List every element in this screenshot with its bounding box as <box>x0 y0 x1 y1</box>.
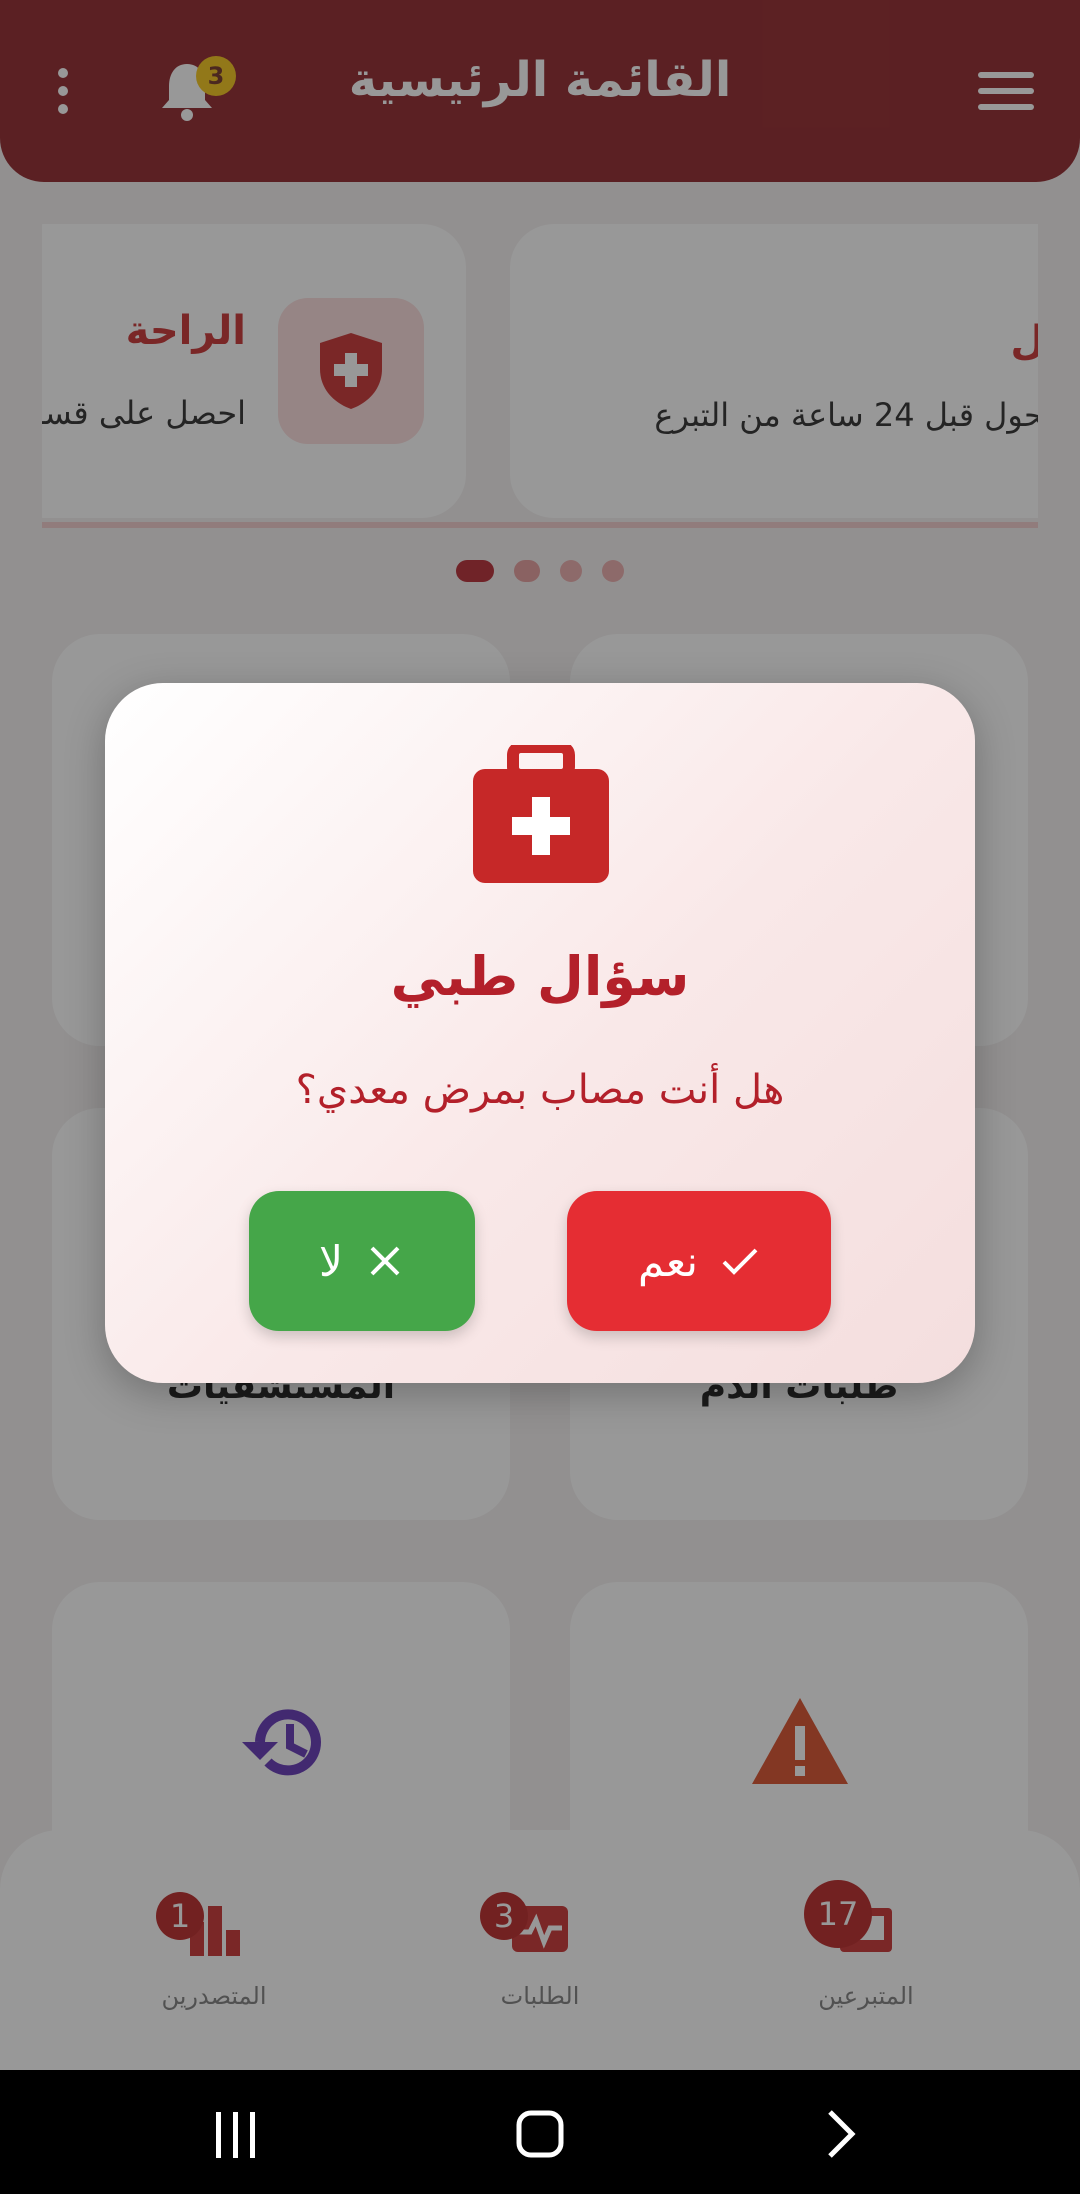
yes-button[interactable]: نعم <box>567 1191 831 1331</box>
medical-kit-icon <box>473 745 609 883</box>
check-icon <box>722 1248 758 1275</box>
recent-apps-icon[interactable] <box>214 2112 258 2158</box>
no-button-label: لا <box>319 1236 343 1286</box>
system-navigation-bar <box>0 2070 1080 2194</box>
dialog-title: سؤال طبي <box>390 945 690 1008</box>
back-icon[interactable] <box>826 2110 856 2158</box>
medical-question-dialog: سؤال طبي هل أنت مصاب بمرض معدي؟ نعم لا <box>105 683 975 1383</box>
close-icon <box>370 1246 400 1276</box>
yes-button-label: نعم <box>638 1236 698 1286</box>
no-button[interactable]: لا <box>249 1191 475 1331</box>
home-icon[interactable] <box>516 2110 564 2158</box>
dialog-message: هل أنت مصاب بمرض معدي؟ <box>295 1067 785 1113</box>
